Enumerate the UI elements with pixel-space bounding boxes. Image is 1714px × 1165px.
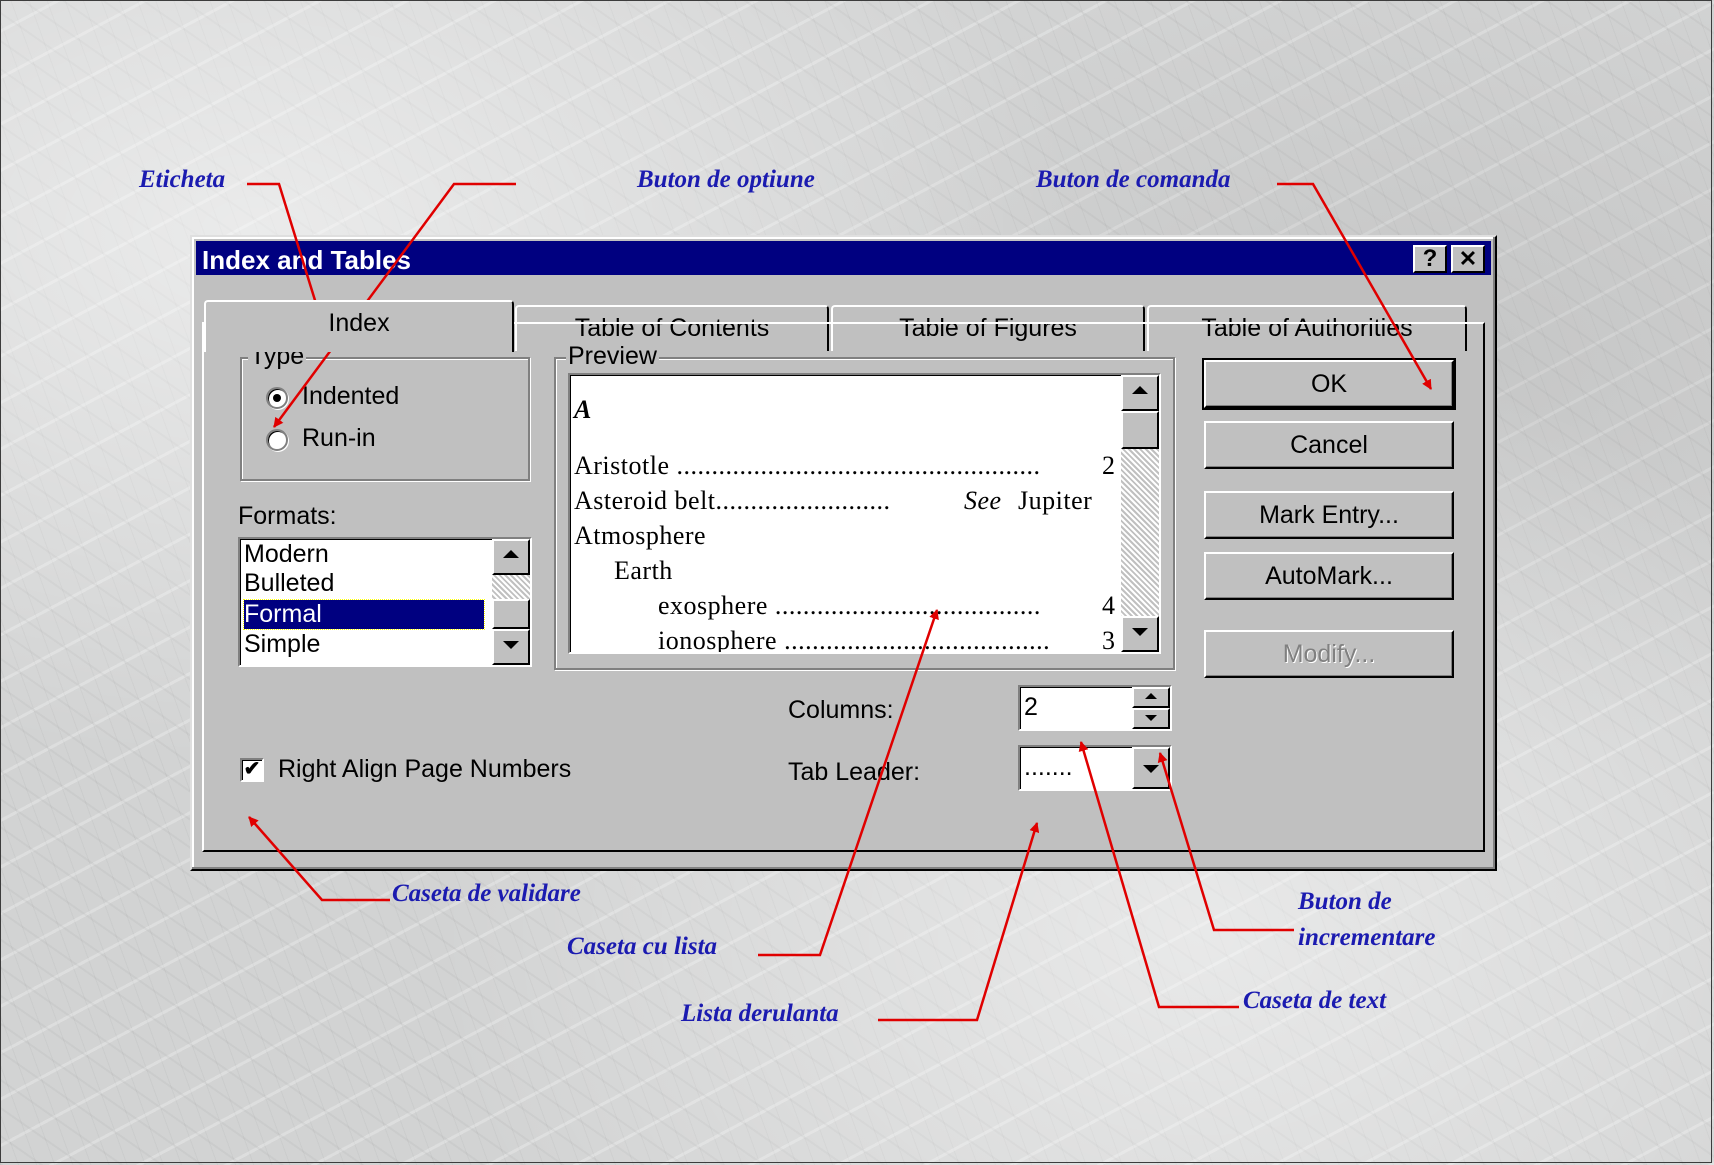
scroll-down-button[interactable] (492, 629, 530, 665)
callout-buton-incrementare-2: incrementare (1298, 924, 1436, 951)
callout-caseta-validare: Caseta de validare (392, 880, 581, 907)
list-item[interactable]: Bulleted (244, 569, 334, 598)
tab-leader-label: Tab Leader: (788, 758, 921, 786)
down-arrow-icon (1145, 715, 1157, 721)
index-tab-panel: Type Indented Run-in Formats: Modern Bul… (202, 322, 1485, 852)
columns-label: Columns: (788, 696, 894, 724)
radio-run-in[interactable] (266, 429, 288, 451)
up-arrow-icon (503, 550, 519, 558)
type-group (240, 357, 530, 481)
callout-eticheta: Eticheta (139, 166, 226, 193)
right-align-label: Right Align Page Numbers (278, 755, 572, 783)
radio-indented[interactable] (266, 387, 288, 409)
formats-label: Formats: (238, 502, 337, 530)
columns-textbox[interactable]: 2 (1018, 685, 1172, 731)
scroll-up-button[interactable] (492, 539, 530, 575)
preview-see-target: Jupiter (1018, 486, 1093, 515)
close-button[interactable]: ✕ (1451, 245, 1485, 273)
callout-lista-derulanta: Lista derulanta (681, 1000, 839, 1027)
preview-page-number: 4 (1102, 591, 1115, 620)
callout-buton-comanda: Buton de comanda (1036, 166, 1231, 193)
list-item-selected[interactable]: Formal (243, 599, 485, 630)
radio-indented-label: Indented (302, 382, 400, 410)
index-and-tables-dialog: Index and Tables ? ✕ Index Table of Cont… (190, 235, 1497, 871)
up-arrow-icon (1132, 386, 1148, 394)
preview-line: Earth (614, 556, 673, 585)
chevron-down-icon (1143, 765, 1159, 773)
preview-line: ionosphere .............................… (658, 626, 1051, 654)
down-arrow-icon (503, 641, 519, 649)
up-arrow-icon (1145, 693, 1157, 699)
title-bar: Index and Tables ? ✕ (196, 241, 1491, 275)
columns-value[interactable]: 2 (1024, 693, 1038, 722)
preview-see: See (964, 486, 1002, 515)
cancel-button[interactable]: Cancel (1204, 421, 1454, 469)
preview-page-number: 2 (1102, 451, 1115, 480)
scroll-down-button[interactable] (1121, 616, 1159, 652)
dropdown-button[interactable] (1132, 747, 1170, 789)
callout-caseta-text: Caseta de text (1243, 987, 1387, 1014)
preview-letter: A (574, 395, 592, 424)
callout-caseta-lista: Caseta cu lista (567, 933, 718, 960)
list-item[interactable]: Modern (244, 540, 329, 569)
down-arrow-icon (1132, 628, 1148, 636)
tab-leader-value: ....... (1024, 753, 1073, 781)
modify-button[interactable]: Modify... (1204, 630, 1454, 678)
scroll-up-button[interactable] (1121, 375, 1159, 411)
formats-scrollbar[interactable] (492, 539, 530, 665)
scroll-thumb[interactable] (1121, 411, 1159, 449)
preview-page-number: 3 (1102, 626, 1115, 654)
right-align-checkbox[interactable]: ✔ (240, 758, 264, 782)
preview-line: Atmosphere (574, 521, 707, 550)
preview-line: exosphere ..............................… (658, 591, 1041, 620)
tab-index[interactable]: Index (204, 300, 514, 352)
scroll-thumb[interactable] (492, 599, 530, 629)
ok-button[interactable]: OK (1202, 358, 1456, 410)
columns-decrement-button[interactable] (1132, 708, 1170, 729)
preview-listbox[interactable]: A Aristotle ............................… (568, 373, 1161, 654)
formats-listbox[interactable]: Modern Bulleted Formal Simple (238, 537, 532, 667)
preview-line: Asteroid belt......................... (574, 486, 891, 515)
columns-increment-button[interactable] (1132, 687, 1170, 708)
mark-entry-button[interactable]: Mark Entry... (1204, 491, 1454, 539)
callout-buton-incrementare-1: Buton de (1298, 888, 1392, 915)
callout-buton-optiune: Buton de optiune (637, 166, 815, 193)
preview-line: Aristotle ..............................… (574, 451, 1041, 480)
help-button[interactable]: ? (1413, 245, 1447, 273)
tab-leader-dropdown[interactable]: ....... (1018, 745, 1172, 791)
automark-button[interactable]: AutoMark... (1204, 552, 1454, 600)
list-item[interactable]: Simple (244, 630, 320, 659)
radio-run-in-label: Run-in (302, 424, 376, 452)
dialog-title: Index and Tables (202, 245, 412, 275)
preview-scrollbar[interactable] (1121, 375, 1159, 652)
preview-group-label: Preview (566, 342, 659, 370)
